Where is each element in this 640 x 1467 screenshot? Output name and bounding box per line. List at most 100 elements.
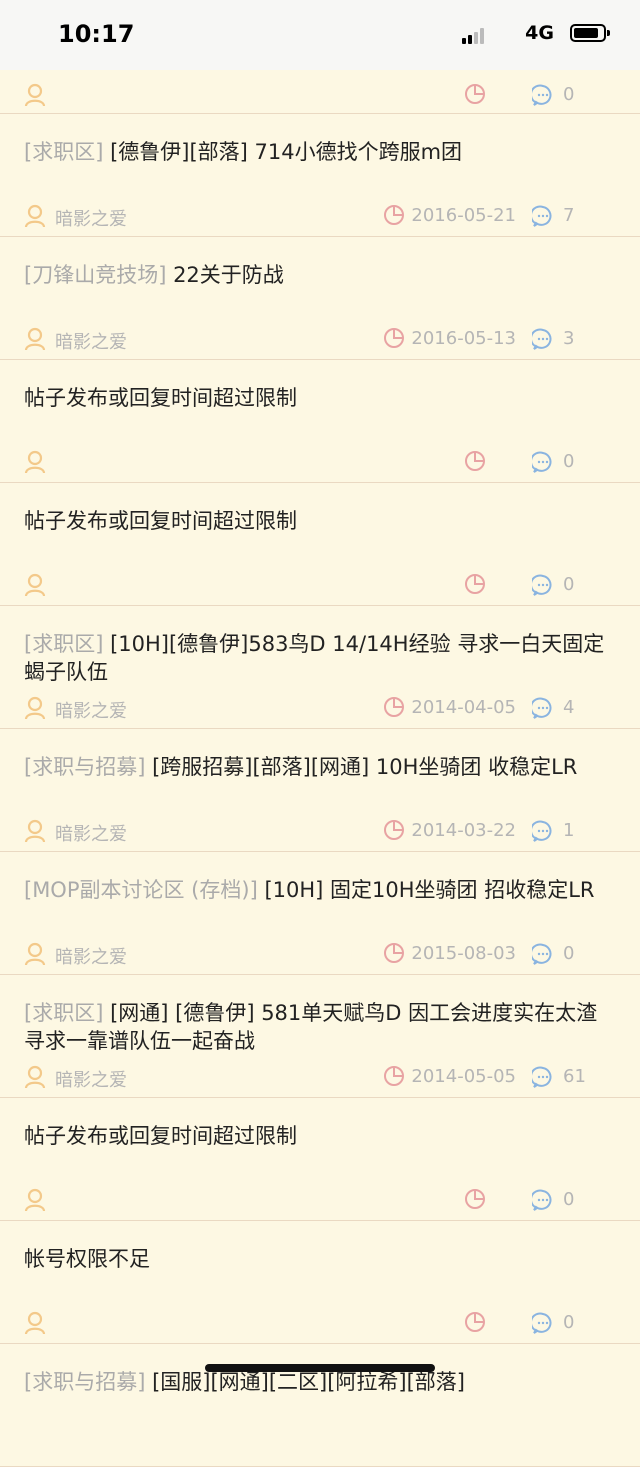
post-title: [求职区] [德鲁伊][部落] 714小德找个跨服m团 [24, 138, 616, 166]
user-icon [24, 819, 46, 843]
status-time: 10:17 [58, 20, 135, 48]
comment-icon [530, 820, 554, 842]
post-meta: 0 [0, 1188, 640, 1212]
post-row[interactable]: [求职区] [网通] [德鲁伊] 581单天赋鸟D 因工会进度实在太渣 寻求一靠… [0, 975, 640, 1098]
comment-icon [530, 1189, 554, 1211]
post-list: 0 [求职区] [德鲁伊][部落] 714小德找个跨服m团暗影之爱 2016-05-… [0, 70, 640, 1467]
battery-icon [570, 24, 610, 42]
post-title: [求职区] [10H][德鲁伊]583鸟D 14/14H经验 寻求一白天固定蝎子… [24, 630, 616, 686]
post-category: [求职区] [24, 140, 104, 164]
date-group: 2016-05-13 [384, 327, 516, 351]
post-title-text: [网通] [德鲁伊] 581单天赋鸟D 因工会进度实在太渣 寻求一靠谱队伍一起奋… [24, 1001, 598, 1053]
user-icon [24, 83, 46, 107]
user-icon [24, 450, 46, 474]
post-title-text: 帖子发布或回复时间超过限制 [24, 509, 297, 533]
date-group: 2014-05-05 [384, 1065, 516, 1089]
user-icon [24, 942, 46, 966]
post-row[interactable]: [求职区] [10H][德鲁伊]583鸟D 14/14H经验 寻求一白天固定蝎子… [0, 606, 640, 729]
author-name[interactable]: 暗影之爱 [55, 328, 127, 354]
clock-icon [464, 573, 486, 595]
user-icon [24, 696, 46, 720]
post-row[interactable]: 帖子发布或回复时间超过限制 0 [0, 483, 640, 606]
comment-icon [530, 1066, 554, 1088]
post-meta: 0 [0, 450, 640, 474]
post-title: 帖子发布或回复时间超过限制 [24, 384, 616, 412]
reply-count: 3 [563, 328, 575, 349]
home-indicator [205, 1364, 435, 1372]
author-name[interactable]: 暗影之爱 [55, 205, 127, 231]
reply-count: 61 [563, 1066, 586, 1087]
comment-icon [530, 328, 554, 350]
post-title: [MOP副本讨论区 (存档)] [10H] 固定10H坐骑团 招收稳定LR [24, 876, 616, 904]
clock-icon [464, 450, 486, 472]
author-name[interactable]: 暗影之爱 [55, 1066, 127, 1092]
post-date: 2014-05-05 [411, 1066, 516, 1087]
post-row[interactable]: [MOP副本讨论区 (存档)] [10H] 固定10H坐骑团 招收稳定LR 暗影之… [0, 852, 640, 975]
clock-icon [383, 819, 405, 841]
reply-count: 1 [563, 820, 575, 841]
post-row[interactable]: [求职区] [德鲁伊][部落] 714小德找个跨服m团暗影之爱 2016-05-2… [0, 114, 640, 237]
network-label: 4G [525, 22, 554, 44]
post-title-text: [国服][网通][二区][阿拉希][部落] [145, 1370, 465, 1394]
post-title: 帖子发布或回复时间超过限制 [24, 507, 616, 535]
post-meta: 暗影之爱 2014-03-22 1 [0, 819, 640, 846]
reply-count: 0 [563, 574, 575, 595]
clock-icon [383, 327, 405, 349]
clock-icon [383, 1065, 405, 1087]
post-meta: 暗影之爱 2014-04-05 4 [0, 696, 640, 723]
clock-icon [383, 942, 405, 964]
post-title-text: [跨服招募][部落][网通] 10H坐骑团 收稳定LR [145, 755, 578, 779]
post-row[interactable]: [求职与招募] [跨服招募][部落][网通] 10H坐骑团 收稳定LR 暗影之爱 2… [0, 729, 640, 852]
post-date: 2014-04-05 [411, 697, 516, 718]
user-icon [24, 327, 46, 351]
post-title-text: [10H][德鲁伊]583鸟D 14/14H经验 寻求一白天固定蝎子队伍 [24, 632, 605, 684]
date-group: 2016-05-21 [384, 204, 516, 228]
post-category: [求职与招募] [24, 755, 146, 779]
reply-count: 4 [563, 697, 575, 718]
post-title-text: 22关于防战 [166, 263, 284, 287]
reply-count: 0 [563, 84, 575, 105]
comment-icon [530, 943, 554, 965]
post-meta: 0 [0, 573, 640, 597]
post-row[interactable]: 帖子发布或回复时间超过限制 0 [0, 360, 640, 483]
post-title: 帐号权限不足 [24, 1245, 616, 1273]
post-row[interactable]: 帖子发布或回复时间超过限制 0 [0, 1098, 640, 1221]
post-meta: 暗影之爱 2015-08-03 0 [0, 942, 640, 969]
post-title-text: 帐号权限不足 [24, 1247, 150, 1271]
user-icon [24, 573, 46, 597]
post-category: [求职区] [24, 632, 104, 656]
post-title: [求职与招募] [跨服招募][部落][网通] 10H坐骑团 收稳定LR [24, 753, 616, 781]
post-meta: 0 [0, 1311, 640, 1335]
clock-icon [383, 696, 405, 718]
clock-icon [383, 204, 405, 226]
user-icon [24, 1188, 46, 1212]
post-date: 2016-05-13 [411, 328, 516, 349]
user-icon [24, 1065, 46, 1089]
user-icon [24, 1311, 46, 1335]
post-title: 帖子发布或回复时间超过限制 [24, 1122, 616, 1150]
post-row[interactable]: [刀锋山竞技场] 22关于防战暗影之爱 2016-05-13 3 [0, 237, 640, 360]
author-name[interactable]: 暗影之爱 [55, 943, 127, 969]
post-date: 2016-05-21 [411, 205, 516, 226]
author-name[interactable]: 暗影之爱 [55, 697, 127, 723]
date-group: 2014-04-05 [384, 696, 516, 720]
post-category: [刀锋山竞技场] [24, 263, 167, 287]
post-date: 2014-03-22 [411, 820, 516, 841]
post-meta: 0 [0, 83, 640, 107]
post-meta: 暗影之爱 2016-05-13 3 [0, 327, 640, 354]
comment-icon [530, 84, 554, 106]
comment-icon [530, 451, 554, 473]
comment-icon [530, 574, 554, 596]
reply-count: 0 [563, 451, 575, 472]
post-category: [求职与招募] [24, 1370, 146, 1394]
status-bar: 10:17 4G [0, 0, 640, 70]
author-name[interactable]: 暗影之爱 [55, 820, 127, 846]
post-row[interactable]: 帐号权限不足 0 [0, 1221, 640, 1344]
comment-icon [530, 205, 554, 227]
user-icon [24, 204, 46, 228]
post-row[interactable]: [求职与招募] [国服][网通][二区][阿拉希][部落] [0, 1344, 640, 1467]
reply-count: 0 [563, 1312, 575, 1333]
post-row[interactable]: 0 [0, 70, 640, 114]
reply-count: 7 [563, 205, 575, 226]
post-title: [求职区] [网通] [德鲁伊] 581单天赋鸟D 因工会进度实在太渣 寻求一靠… [24, 999, 616, 1055]
